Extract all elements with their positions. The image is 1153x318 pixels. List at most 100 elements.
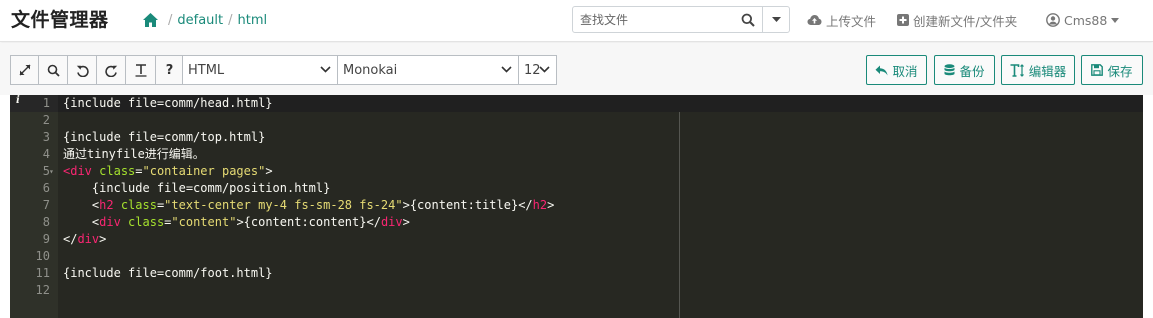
code-token-tag: div	[99, 215, 121, 229]
code-text: <div class="content">{content:content}</…	[63, 214, 410, 231]
code-text: {include file=comm/position.html}	[63, 180, 330, 197]
code-line[interactable]: 4 通过tinyfile进行编辑。	[10, 146, 1143, 163]
code-text: <div class="container pages">	[63, 163, 273, 180]
breadcrumb-separator: /	[228, 12, 233, 28]
breadcrumb-item-default[interactable]: default	[177, 13, 223, 28]
save-label: 保存	[1107, 63, 1133, 79]
search-button[interactable]	[733, 7, 762, 32]
editor-toolbar: ? HTML Monokai 12 取消 备份 编辑器 保存	[0, 43, 1153, 95]
code-line[interactable]: 2	[10, 112, 1143, 129]
fullscreen-icon	[19, 64, 30, 76]
user-menu[interactable]: Cms88	[1046, 10, 1123, 30]
fold-toggle-icon[interactable]: ▾	[49, 163, 54, 180]
line-number: 3	[42, 130, 50, 144]
editor-switch-label: 编辑器	[1028, 63, 1067, 79]
code-text: {include file=comm/top.html}	[63, 129, 265, 146]
line-number: 7	[42, 198, 50, 212]
redo-button[interactable]	[97, 55, 126, 85]
plus-square-icon	[897, 14, 909, 26]
line-number: 11	[35, 266, 50, 280]
code-token-plain: 通过tinyfile进行编辑。	[63, 147, 205, 161]
home-icon[interactable]	[142, 12, 159, 28]
database-icon	[944, 63, 955, 75]
save-button[interactable]: 保存	[1081, 55, 1143, 85]
format-button[interactable]	[126, 55, 156, 85]
code-line[interactable]: 10	[10, 248, 1143, 265]
code-line[interactable]: 11 {include file=comm/foot.html}	[10, 265, 1143, 282]
code-line[interactable]: 1 {include file=comm/head.html}	[10, 95, 1143, 112]
search-input[interactable]	[573, 7, 733, 32]
backup-button[interactable]: 备份	[934, 55, 995, 85]
caret-down-icon	[771, 17, 781, 22]
code-line[interactable]: 12	[10, 282, 1143, 299]
user-name: Cms88	[1064, 12, 1108, 28]
line-number: 12	[35, 283, 50, 297]
theme-select[interactable]: Monokai	[337, 55, 519, 85]
app-title: 文件管理器	[11, 9, 109, 31]
line-number: 9	[42, 232, 50, 246]
code-token-plain: >	[402, 215, 410, 229]
code-token-tag: <div	[63, 164, 92, 178]
breadcrumb-item-html[interactable]: html	[238, 13, 268, 28]
code-token-str: "text-center my-4 fs-sm-28 fs-24"	[164, 198, 403, 212]
code-line[interactable]: 7 <h2 class="text-center my-4 fs-sm-28 f…	[10, 197, 1143, 214]
find-button[interactable]	[39, 55, 68, 85]
code-token-plain: {include file=comm/position.html}	[63, 181, 331, 195]
code-text: {include file=comm/head.html}	[63, 95, 273, 112]
font-size-select[interactable]: 12	[518, 55, 557, 85]
create-file-link[interactable]: 创建新文件/文件夹	[897, 10, 1017, 30]
help-button[interactable]: ?	[156, 55, 184, 85]
code-line[interactable]: 9 </div>	[10, 231, 1143, 248]
code-editor[interactable]: i 1 {include file=comm/head.html} 2 3 {inclu…	[10, 95, 1143, 318]
code-token-attr: class	[99, 164, 136, 178]
user-circle-icon	[1046, 13, 1060, 27]
code-token-plain: <	[63, 215, 100, 229]
search-icon	[741, 13, 755, 27]
undo-icon	[76, 65, 89, 77]
code-token-plain: {include file=comm/head.html}	[63, 96, 273, 110]
search-dropdown-button[interactable]	[762, 7, 789, 32]
cloud-upload-icon	[807, 15, 822, 25]
code-token-plain: <	[63, 198, 100, 212]
code-token-plain: {include file=comm/foot.html}	[63, 266, 273, 280]
code-token-plain: >	[547, 198, 555, 212]
line-number: 4	[42, 147, 50, 161]
cancel-label: 取消	[892, 63, 918, 79]
line-number: 1	[42, 96, 50, 110]
code-token-tag: h2	[532, 198, 548, 212]
search-icon	[47, 64, 60, 77]
code-text: </div>	[63, 231, 106, 248]
code-token-str: "content"	[171, 215, 237, 229]
code-token-plain: >	[99, 232, 107, 246]
code-token-str: "container pages"	[142, 164, 266, 178]
breadcrumb-separator: /	[168, 12, 173, 28]
code-token-tag: div	[77, 232, 100, 246]
upload-file-link[interactable]: 上传文件	[807, 10, 876, 30]
editor-switch-button[interactable]: 编辑器	[1001, 55, 1075, 85]
redo-icon	[104, 65, 117, 77]
code-token-plain: =	[135, 164, 143, 178]
chevron-down-icon	[320, 66, 331, 73]
code-token-plain: >{content:content}</	[236, 215, 381, 229]
code-token-plain: </	[63, 232, 78, 246]
code-token-plain: >	[265, 164, 273, 178]
code-line[interactable]: 3 {include file=comm/top.html}	[10, 129, 1143, 146]
mode-select[interactable]: HTML	[182, 55, 338, 85]
code-line[interactable]: 8 <div class="content">{content:content}…	[10, 214, 1143, 231]
text-format-icon	[135, 64, 146, 77]
cancel-button[interactable]: 取消	[866, 55, 927, 85]
undo-button[interactable]	[68, 55, 97, 85]
code-token-attr: class	[128, 215, 165, 229]
code-token-tag: h2	[99, 198, 114, 212]
chevron-down-icon	[501, 66, 512, 73]
theme-select-value: Monokai	[343, 62, 398, 78]
fullscreen-button[interactable]	[10, 55, 39, 85]
code-line[interactable]: 6 {include file=comm/position.html}	[10, 180, 1143, 197]
code-token-plain: {include file=comm/top.html}	[63, 130, 266, 144]
code-token-tag: div	[380, 215, 403, 229]
line-number: 5	[42, 164, 50, 178]
backup-label: 备份	[959, 63, 985, 79]
code-line[interactable]: 5 ▾ <div class="container pages">	[10, 163, 1143, 180]
caret-down-icon	[1111, 17, 1120, 23]
